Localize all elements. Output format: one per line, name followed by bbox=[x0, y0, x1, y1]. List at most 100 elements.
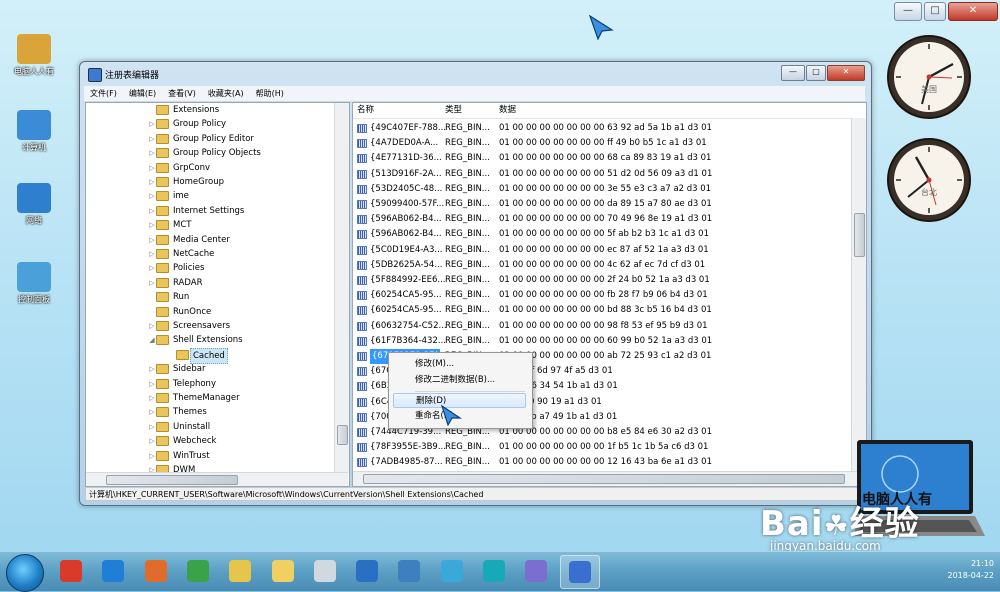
menu-1[interactable]: 编辑(E) bbox=[123, 86, 162, 101]
window-minimize-button[interactable]: — bbox=[781, 65, 805, 81]
table-row[interactable]: {53D2405C-48... REG_BIN... 01 00 00 00 00 … bbox=[353, 182, 850, 197]
desktop-icon[interactable]: 网络 bbox=[6, 183, 62, 226]
expand-arrow-icon[interactable]: ▷ bbox=[148, 189, 156, 203]
tree-item[interactable]: ▷ Sidebar bbox=[86, 362, 334, 376]
table-row[interactable]: {60632754-C52... REG_BIN... 01 00 00 00 00… bbox=[353, 319, 850, 334]
maximize-icon[interactable]: □ bbox=[924, 2, 946, 21]
expand-arrow-icon[interactable]: ▷ bbox=[148, 319, 156, 333]
tree-horizontal-scrollbar[interactable] bbox=[86, 472, 348, 486]
table-row[interactable]: {513D916F-2A... REG_BIN... 01 00 00 00 00 … bbox=[353, 167, 850, 182]
expand-arrow-icon[interactable]: ▷ bbox=[148, 362, 156, 376]
table-row[interactable]: {78F3955E-3B9... REG_BIN... 01 00 00 00 00… bbox=[353, 440, 850, 455]
table-row[interactable]: {5DB2625A-54... REG_BIN... 01 00 00 00 00 … bbox=[353, 258, 850, 273]
clock-gadget-usa[interactable]: 美国 bbox=[886, 34, 972, 120]
table-row[interactable]: {596AB062-B4... REG_BIN... 01 00 00 00 00 … bbox=[353, 227, 850, 242]
expand-arrow-icon[interactable]: ▷ bbox=[148, 175, 156, 189]
close-icon[interactable]: ✕ bbox=[948, 2, 998, 21]
table-row[interactable]: {49C407EF-788... REG_BIN... 01 00 00 00 00… bbox=[353, 121, 850, 136]
expand-arrow-icon[interactable]: ▷ bbox=[148, 261, 156, 275]
desktop-icon[interactable]: 计算机 bbox=[6, 110, 62, 153]
taskbar-app-button[interactable] bbox=[517, 555, 555, 587]
column-header-type[interactable]: 类型 bbox=[445, 103, 462, 118]
taskbar-app-button[interactable] bbox=[52, 555, 90, 587]
table-row[interactable]: {5C0D19E4-A3... REG_BIN... 01 00 00 00 00 … bbox=[353, 243, 850, 258]
tree-item[interactable]: ▷ Group Policy Editor bbox=[86, 132, 334, 146]
tree-item[interactable]: ▷ Group Policy bbox=[86, 117, 334, 131]
expand-arrow-icon[interactable]: ▷ bbox=[148, 449, 156, 463]
key-tree-pane[interactable]: Extensions ▷ Group Policy ▷ Group Policy Edi… bbox=[85, 102, 350, 487]
expand-arrow-icon[interactable]: ▷ bbox=[148, 161, 156, 175]
taskbar-app-button[interactable] bbox=[137, 555, 175, 587]
tree-vertical-scrollbar[interactable] bbox=[334, 103, 349, 472]
expand-arrow-icon[interactable]: ▷ bbox=[148, 405, 156, 419]
tree-item[interactable]: ◢ Shell Extensions bbox=[86, 333, 334, 347]
table-row[interactable]: {59099400-57F... REG_BIN... 01 00 00 00 00… bbox=[353, 197, 850, 212]
table-row[interactable]: {60254CA5-95... REG_BIN... 01 00 00 00 00 … bbox=[353, 303, 850, 318]
expand-arrow-icon[interactable]: ▷ bbox=[148, 434, 156, 448]
tree-item[interactable]: Extensions bbox=[86, 103, 334, 117]
table-row[interactable]: {61F7B364-432... REG_BIN... 01 00 00 00 00… bbox=[353, 334, 850, 349]
expand-arrow-icon[interactable]: ▷ bbox=[148, 132, 156, 146]
expand-arrow-icon[interactable]: ▷ bbox=[148, 276, 156, 290]
expand-arrow-icon[interactable]: ▷ bbox=[148, 377, 156, 391]
title-bar[interactable]: 注册表编辑器 — □ ✕ bbox=[80, 62, 871, 86]
taskbar-app-button[interactable] bbox=[475, 555, 513, 587]
expand-arrow-icon[interactable]: ▷ bbox=[148, 218, 156, 232]
column-header-name[interactable]: 名称 bbox=[357, 103, 374, 118]
expand-arrow-icon[interactable]: ▷ bbox=[148, 233, 156, 247]
taskbar-app-button[interactable] bbox=[94, 555, 132, 587]
tree-item[interactable]: ▷ GrpConv bbox=[86, 161, 334, 175]
taskbar-app-button[interactable] bbox=[179, 555, 217, 587]
taskbar-app-button[interactable] bbox=[433, 555, 471, 587]
taskbar-app-button[interactable] bbox=[264, 555, 302, 587]
tree-item[interactable]: ▷ HomeGroup bbox=[86, 175, 334, 189]
tree-hscroll-thumb[interactable] bbox=[106, 475, 238, 485]
list-horizontal-scrollbar[interactable] bbox=[353, 471, 865, 486]
table-row[interactable]: {4A7DED0A-A... REG_BIN... 01 00 00 00 00 0… bbox=[353, 136, 850, 151]
tree-item[interactable]: ▷ Internet Settings bbox=[86, 204, 334, 218]
expand-arrow-icon[interactable]: ▷ bbox=[148, 391, 156, 405]
tray-time[interactable]: 21:10 bbox=[948, 558, 994, 570]
expand-arrow-icon[interactable]: ▷ bbox=[148, 247, 156, 261]
tree-item[interactable]: ▷ WinTrust bbox=[86, 449, 334, 463]
table-row[interactable]: {7ADB4985-87... REG_BIN... 01 00 00 00 00 … bbox=[353, 455, 850, 470]
tree-item[interactable]: ▷ NetCache bbox=[86, 247, 334, 261]
tree-item[interactable]: ▷ MCT bbox=[86, 218, 334, 232]
menu-0[interactable]: 文件(F) bbox=[84, 86, 123, 101]
values-list-pane[interactable]: 名称 类型 数据 {49C407EF-788... REG_BIN... 01 00… bbox=[352, 102, 867, 487]
clock-gadget-taipei[interactable]: 台北 bbox=[886, 137, 972, 223]
tree-item[interactable]: ▷ Webcheck bbox=[86, 434, 334, 448]
list-vertical-scrollbar[interactable] bbox=[851, 118, 866, 471]
tree-item[interactable]: ▷ Group Policy Objects bbox=[86, 146, 334, 160]
window-maximize-button[interactable]: □ bbox=[806, 65, 826, 81]
table-row[interactable]: {60254CA5-95... REG_BIN... 01 00 00 00 00 … bbox=[353, 288, 850, 303]
window-close-button[interactable]: ✕ bbox=[827, 65, 865, 81]
column-header-data[interactable]: 数据 bbox=[499, 103, 516, 118]
taskbar-app-button[interactable] bbox=[559, 555, 600, 589]
minimize-icon[interactable]: — bbox=[894, 2, 922, 21]
tree-item[interactable]: ▷ Screensavers bbox=[86, 319, 334, 333]
tree-item[interactable]: ▷ Telephony bbox=[86, 377, 334, 391]
start-button[interactable] bbox=[6, 554, 44, 592]
table-row[interactable]: {4E77131D-36... REG_BIN... 01 00 00 00 00 … bbox=[353, 151, 850, 166]
expand-arrow-icon[interactable]: ▷ bbox=[148, 420, 156, 434]
desktop-icon[interactable]: 控制面板 bbox=[6, 262, 62, 305]
taskbar-app-button[interactable] bbox=[221, 555, 259, 587]
list-scroll-thumb[interactable] bbox=[854, 213, 865, 257]
taskbar-app-button[interactable] bbox=[390, 555, 428, 587]
tree-item[interactable]: ▷ ThemeManager bbox=[86, 391, 334, 405]
menu-4[interactable]: 帮助(H) bbox=[250, 86, 290, 101]
expand-arrow-icon[interactable]: ▷ bbox=[148, 146, 156, 160]
tray-date[interactable]: 2018-04-22 bbox=[948, 570, 995, 582]
menu-2[interactable]: 查看(V) bbox=[162, 86, 202, 101]
tree-scroll-thumb[interactable] bbox=[337, 425, 348, 445]
expand-arrow-icon[interactable]: ▷ bbox=[148, 117, 156, 131]
taskbar-app-button[interactable] bbox=[348, 555, 386, 587]
desktop-icon[interactable]: 电脑人人有 bbox=[6, 34, 62, 77]
tree-item[interactable]: Run bbox=[86, 290, 334, 304]
tree-item[interactable]: ▷ Uninstall bbox=[86, 420, 334, 434]
menu-3[interactable]: 收藏夹(A) bbox=[202, 86, 250, 101]
tree-item[interactable]: ▷ RADAR bbox=[86, 276, 334, 290]
menu-item-modify-binary[interactable]: 修改二进制数据(B)... bbox=[393, 373, 526, 388]
tree-item[interactable]: RunOnce bbox=[86, 305, 334, 319]
